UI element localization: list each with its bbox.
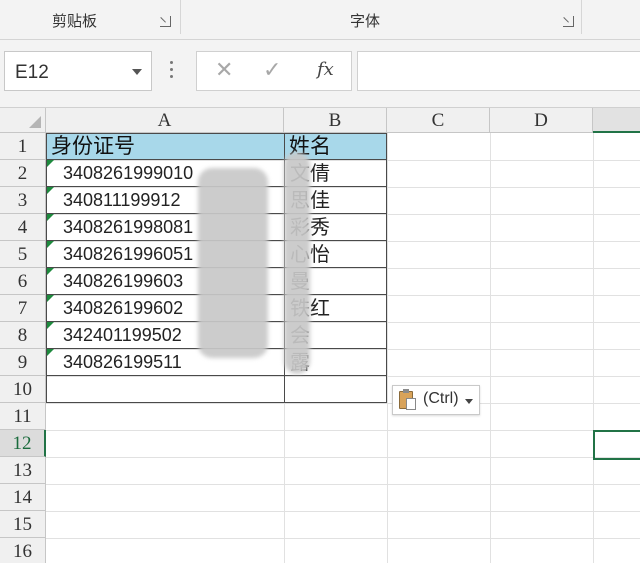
dialog-launcher-icon[interactable] xyxy=(563,16,574,27)
id-number: 340826199603 xyxy=(63,271,184,291)
cell-a1[interactable]: 身份证号 xyxy=(46,133,285,160)
column-header-d[interactable]: D xyxy=(490,108,593,133)
grid-line xyxy=(46,430,640,431)
row-header-3[interactable]: 3 xyxy=(0,187,46,214)
error-indicator-icon xyxy=(47,322,54,329)
name-box-value: E12 xyxy=(15,62,49,83)
id-number: 3408261999010 xyxy=(63,163,194,183)
grid-line xyxy=(46,538,640,539)
column-header-a[interactable]: A xyxy=(46,108,284,133)
error-indicator-icon xyxy=(47,268,54,275)
row-header-6[interactable]: 6 xyxy=(0,268,46,295)
row-header-12[interactable]: 12 xyxy=(0,430,46,457)
cancel-icon[interactable]: ✕ xyxy=(215,58,233,83)
error-indicator-icon xyxy=(47,160,54,167)
column-header-b[interactable]: B xyxy=(284,108,387,133)
formula-input[interactable] xyxy=(357,51,640,91)
formula-buttons: ✕ ✓ fx xyxy=(196,51,352,91)
ribbon-group-label: 剪贴板 xyxy=(52,12,98,30)
row-header-14[interactable]: 14 xyxy=(0,484,46,511)
paste-options-label: (Ctrl) xyxy=(423,390,459,407)
clipboard-icon xyxy=(399,389,416,410)
active-cell-e12[interactable] xyxy=(593,430,640,460)
id-number: 342401199502 xyxy=(63,325,182,345)
row-header-10[interactable]: 10 xyxy=(0,376,46,403)
grid-line xyxy=(593,133,594,563)
error-indicator-icon xyxy=(47,241,54,248)
id-number: 340826199602 xyxy=(63,298,184,318)
grid-line xyxy=(46,511,640,512)
row-header-15[interactable]: 15 xyxy=(0,511,46,538)
error-indicator-icon xyxy=(47,187,54,194)
grid-line xyxy=(490,133,491,563)
id-number: 340811199912 xyxy=(63,190,181,210)
row-header-16[interactable]: 16 xyxy=(0,538,46,563)
ribbon-divider xyxy=(581,0,582,34)
id-number: 3408261998081 xyxy=(63,217,194,237)
row-header-4[interactable]: 4 xyxy=(0,214,46,241)
row-header-2[interactable]: 2 xyxy=(0,160,46,187)
row-header-9[interactable]: 9 xyxy=(0,349,46,376)
row-header-13[interactable]: 13 xyxy=(0,457,46,484)
dialog-launcher-icon[interactable] xyxy=(160,16,171,27)
row-header-1[interactable]: 1 xyxy=(0,133,46,160)
id-number: 340826199511 xyxy=(63,352,182,372)
grid-line xyxy=(46,484,640,485)
error-indicator-icon xyxy=(47,214,54,221)
select-all-icon xyxy=(29,116,41,128)
check-icon[interactable]: ✓ xyxy=(263,58,281,83)
insert-function-icon[interactable]: fx xyxy=(317,59,334,80)
ribbon-group-font: 字体 xyxy=(181,0,581,40)
grid-line xyxy=(46,457,640,458)
row-header-5[interactable]: 5 xyxy=(0,241,46,268)
grid-line xyxy=(46,403,640,404)
column-header-c[interactable]: C xyxy=(387,108,490,133)
ribbon-group-clipboard: 剪贴板 xyxy=(0,0,180,40)
ribbon-group-label: 字体 xyxy=(350,12,381,30)
privacy-blur xyxy=(284,152,310,374)
privacy-blur xyxy=(198,168,268,358)
more-options-icon[interactable] xyxy=(170,61,173,81)
error-indicator-icon xyxy=(47,349,54,356)
column-header-e[interactable] xyxy=(593,108,640,133)
row-header-8[interactable]: 8 xyxy=(0,322,46,349)
cell-b10[interactable] xyxy=(284,376,387,403)
spreadsheet-grid[interactable]: A B C D 1 2 3 4 5 6 7 8 9 10 11 12 13 14… xyxy=(0,108,640,563)
chevron-down-icon[interactable] xyxy=(132,69,142,75)
name-box[interactable]: E12 xyxy=(4,51,152,91)
chevron-down-icon xyxy=(465,399,473,404)
ribbon: 剪贴板 字体 xyxy=(0,0,640,40)
formula-bar: E12 ✕ ✓ fx xyxy=(0,40,640,108)
select-all-button[interactable] xyxy=(0,108,46,133)
id-number: 3408261996051 xyxy=(63,244,194,264)
paste-options-button[interactable]: (Ctrl) xyxy=(392,385,480,415)
row-header-7[interactable]: 7 xyxy=(0,295,46,322)
error-indicator-icon xyxy=(47,295,54,302)
grid-line xyxy=(387,133,388,563)
row-header-11[interactable]: 11 xyxy=(0,403,46,430)
cell-a10[interactable] xyxy=(46,376,285,403)
